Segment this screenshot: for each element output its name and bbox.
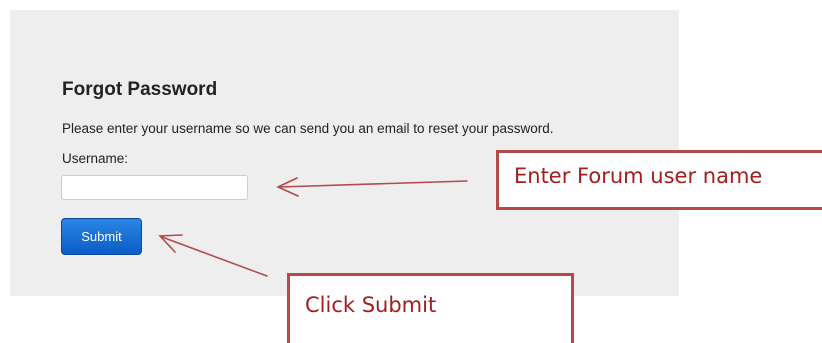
- page-title: Forgot Password: [62, 79, 218, 100]
- username-callout: Enter Forum user name: [496, 150, 822, 210]
- submit-callout: Click Submit: [287, 273, 574, 343]
- submit-callout-text: Click Submit: [305, 293, 437, 317]
- submit-button[interactable]: Submit: [61, 218, 142, 255]
- username-label: Username:: [62, 151, 129, 166]
- username-input[interactable]: [61, 175, 248, 200]
- username-callout-text: Enter Forum user name: [514, 164, 763, 188]
- instructions-text: Please enter your username so we can sen…: [62, 121, 554, 136]
